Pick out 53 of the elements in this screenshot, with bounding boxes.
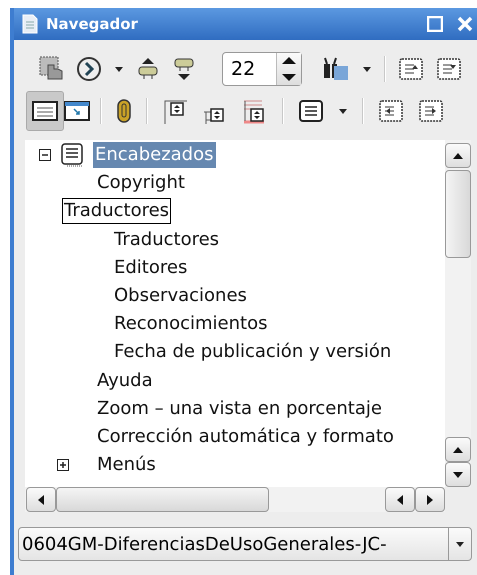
collapse-icon[interactable]: [39, 149, 51, 162]
scroll-left-button[interactable]: [385, 487, 415, 512]
tree-item[interactable]: Fecha de publicación y versión: [112, 339, 394, 366]
scroll-down-button[interactable]: [445, 462, 471, 487]
up-arrow-icon: [452, 446, 464, 454]
scroll-right-button[interactable]: [415, 487, 445, 512]
up-arrow-icon[interactable]: [136, 57, 160, 81]
left-arrow-icon: [396, 494, 404, 506]
tree-item[interactable]: Menús: [95, 452, 158, 478]
tree-item[interactable]: Traductores: [112, 226, 222, 253]
document-icon: [22, 14, 38, 34]
window-icon: [63, 99, 91, 123]
vertical-scrollbar[interactable]: [445, 140, 471, 487]
tree-item[interactable]: Ayuda: [95, 368, 155, 394]
caret-icon[interactable]: [362, 66, 372, 72]
list-view-button[interactable]: [26, 91, 64, 131]
page-number-field[interactable]: 22: [222, 52, 302, 86]
down-arrow-icon[interactable]: [172, 57, 196, 81]
paperclip-icon[interactable]: [116, 98, 132, 124]
close-icon[interactable]: [457, 16, 473, 32]
down-arrow-icon: [452, 470, 464, 478]
list-up-icon[interactable]: [398, 57, 424, 81]
list-icon: [31, 99, 59, 123]
list-down-icon[interactable]: [436, 57, 462, 81]
scroll-thumb[interactable]: [445, 170, 471, 258]
up-arrow-icon: [452, 152, 464, 160]
tree-item[interactable]: Reconocimientos: [112, 311, 270, 338]
caret-icon[interactable]: [114, 66, 124, 72]
tree-item[interactable]: Observaciones: [112, 283, 249, 310]
left-arrow-icon: [37, 494, 45, 506]
tree-item[interactable]: Corrección automática y formato: [95, 424, 396, 450]
maximize-icon[interactable]: [427, 16, 443, 32]
indent-left-icon[interactable]: [378, 99, 404, 123]
tree-item[interactable]: Copyright: [95, 170, 187, 196]
document-dropdown[interactable]: 0604GM-DiferenciasDeUsoGenerales-JC-: [18, 527, 472, 561]
scroll-up-button[interactable]: [445, 143, 471, 168]
caret-icon: [455, 540, 465, 548]
right-arrow-icon: [426, 494, 434, 506]
tree-item[interactable]: Zoom – una vista en porcentaje: [95, 396, 384, 422]
window-title: Navegador: [46, 15, 138, 33]
caret-icon[interactable]: [338, 108, 348, 114]
scroll-thumb[interactable]: [56, 487, 269, 512]
horizontal-scrollbar[interactable]: [25, 487, 445, 512]
indent-right-icon[interactable]: [418, 99, 444, 123]
tree-item[interactable]: Editores: [112, 254, 190, 281]
tree-item[interactable]: Traductores: [62, 198, 172, 224]
scroll-up-button[interactable]: [445, 437, 471, 462]
headings-icon: [61, 143, 85, 168]
arrow-circle-icon[interactable]: [76, 56, 102, 82]
tree-item[interactable]: Encabezados: [93, 142, 216, 168]
expand-icon[interactable]: [57, 459, 69, 472]
scroll-left-button[interactable]: [26, 487, 56, 512]
list-icon[interactable]: [298, 99, 324, 123]
